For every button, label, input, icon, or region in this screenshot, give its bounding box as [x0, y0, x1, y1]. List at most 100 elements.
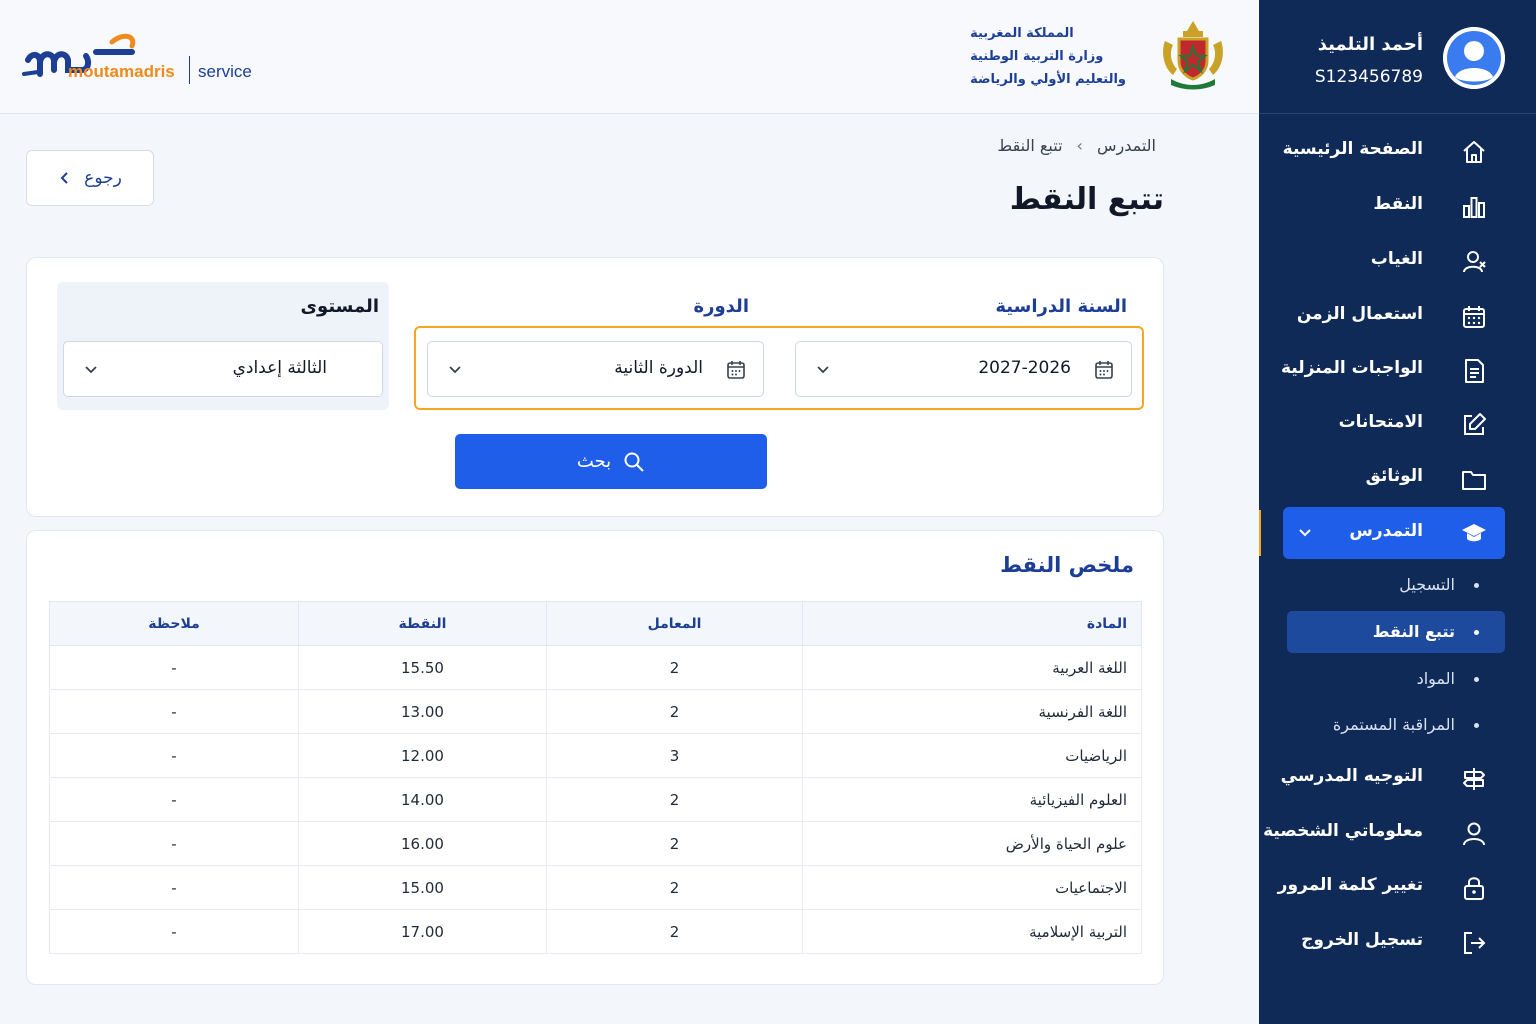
sidebar-item-exams[interactable]: الامتحانات: [1259, 400, 1536, 446]
folder-icon: [1462, 471, 1486, 490]
chevron-down-icon: [85, 366, 97, 374]
cell-note: -: [49, 821, 299, 866]
calendar-icon: [727, 361, 745, 379]
sidebar-item-label: استعمال الزمن: [1296, 304, 1423, 324]
sidebar-item-orientation[interactable]: التوجيه المدرسي: [1259, 754, 1536, 800]
sidebar-item-logout[interactable]: تسجيل الخروج: [1259, 918, 1536, 964]
grades-summary-card: ملخص النقط المادة المعامل النقطة ملاحظة …: [26, 530, 1164, 985]
breadcrumb-current: تتبع النقط: [997, 136, 1063, 155]
sidebar-item-label: التمدرس: [1349, 521, 1423, 541]
active-indicator: [1259, 510, 1261, 556]
logo-divider: [189, 56, 190, 84]
home-icon: [1463, 141, 1485, 163]
moroccan-crest-icon: [1163, 21, 1223, 90]
cell-grade: 16.00: [298, 821, 547, 866]
sidebar-item-schooling[interactable]: التمدرس: [1283, 507, 1505, 559]
edit-icon: [1464, 413, 1486, 435]
cell-subject: الرياضيات: [802, 733, 1142, 778]
ministry-title: المملكة المغربية وزارة التربية الوطنية و…: [970, 22, 1126, 91]
bullet-icon: [1474, 677, 1479, 682]
sidebar-item-absence[interactable]: الغياب: [1259, 237, 1536, 283]
back-button-label: رجوع: [84, 168, 122, 188]
cell-grade: 15.00: [298, 865, 547, 910]
avatar-user-icon: [1443, 27, 1505, 89]
sidebar-item-grades[interactable]: النقط: [1259, 182, 1536, 228]
search-button-label: بحث: [576, 451, 612, 472]
user-icon: [1463, 822, 1485, 846]
column-header-grade: النقطة: [298, 601, 547, 646]
sidebar-item-label: الواجبات المنزلية: [1280, 358, 1423, 378]
sidebar-item-label: تسجيل الخروج: [1301, 930, 1423, 950]
profile-block: أحمد التلميذ S123456789: [1259, 0, 1536, 114]
year-select-value: 2027-2026: [978, 358, 1071, 378]
sidebar-subitem-registration[interactable]: التسجيل: [1287, 564, 1505, 606]
sidebar-item-label: النقط: [1373, 194, 1423, 214]
logo-brand-text: moutamadris: [68, 62, 175, 81]
profile-id: S123456789: [1314, 67, 1423, 87]
table-row: التربية الإسلامية 2 17.00-: [49, 909, 1142, 954]
sidebar-subitem-grade-tracking[interactable]: تتبع النقط: [1287, 611, 1505, 653]
cell-note: -: [49, 865, 299, 910]
back-button[interactable]: رجوع: [26, 150, 154, 206]
sidebar-subitem-label: المراقبة المستمرة: [1332, 715, 1455, 734]
page-title: تتبع النقط: [1009, 182, 1164, 217]
filter-card: السنة الدراسية الدورة 2027-2026 الدورة ا…: [26, 257, 1164, 517]
table-row: علوم الحياة والأرض 2 16.00-: [49, 821, 1142, 866]
cell-grade: 12.00: [298, 733, 547, 778]
session-label: الدورة: [693, 296, 749, 317]
cell-coefficient: 2: [546, 645, 803, 690]
table-row: اللغة العربية 2 15.50-: [49, 645, 1142, 690]
sidebar-item-label: الوثائق: [1365, 466, 1423, 486]
chevron-down-icon[interactable]: [1295, 523, 1315, 543]
year-select[interactable]: 2027-2026: [795, 341, 1132, 397]
cell-note: -: [49, 689, 299, 734]
cell-grade: 15.50: [298, 645, 547, 690]
ministry-line-1: المملكة المغربية: [970, 26, 1074, 41]
sidebar-item-label: التوجيه المدرسي: [1280, 766, 1423, 786]
sidebar-item-label: تغيير كلمة المرور: [1277, 875, 1423, 895]
sidebar-item-profile-info[interactable]: معلوماتي الشخصية: [1259, 809, 1536, 855]
calendar-icon: [1463, 306, 1485, 328]
breadcrumb-parent[interactable]: التمدرس: [1097, 136, 1156, 155]
cell-note: -: [49, 777, 299, 822]
top-header: moutamadris service المملكة المغربية وزا…: [0, 0, 1259, 114]
user-absence-icon: [1463, 251, 1486, 273]
summary-title: ملخص النقط: [1000, 553, 1134, 577]
column-header-note: ملاحظة: [49, 601, 299, 646]
sidebar-item-label: الصفحة الرئيسية: [1282, 139, 1423, 159]
breadcrumb-separator-icon: ›: [1076, 136, 1083, 155]
cell-coefficient: 2: [546, 865, 803, 910]
session-select[interactable]: الدورة الثانية: [427, 341, 764, 397]
sidebar-subitem-continuous-assessment[interactable]: المراقبة المستمرة: [1287, 704, 1505, 746]
chevron-down-icon: [817, 366, 829, 374]
grades-table-body: اللغة العربية 2 15.50- اللغة الفرنسية 2 13.00…: [49, 645, 1142, 954]
cell-grade: 17.00: [298, 909, 547, 954]
ministry-line-2: وزارة التربية الوطنية: [970, 49, 1104, 64]
sidebar-item-change-password[interactable]: تغيير كلمة المرور: [1259, 863, 1536, 909]
column-header-coefficient: المعامل: [546, 601, 803, 646]
signpost-icon: [1463, 768, 1485, 790]
sidebar-subitem-subjects[interactable]: المواد: [1287, 658, 1505, 700]
table-header-row: المادة المعامل النقطة ملاحظة: [49, 601, 1142, 646]
search-button[interactable]: بحث: [455, 434, 767, 489]
bullet-icon: [1474, 630, 1479, 635]
cell-coefficient: 2: [546, 909, 803, 954]
cell-subject: علوم الحياة والأرض: [802, 821, 1142, 866]
bar-chart-icon: [1463, 197, 1485, 218]
level-select-value: الثالثة إعدادي: [232, 358, 327, 378]
profile-name: أحمد التلميذ: [1317, 34, 1423, 55]
session-select-value: الدورة الثانية: [614, 358, 703, 378]
level-select[interactable]: الثالثة إعدادي: [63, 341, 383, 397]
cell-note: -: [49, 645, 299, 690]
sidebar-subitem-label: التسجيل: [1399, 575, 1455, 594]
sidebar-item-homework[interactable]: الواجبات المنزلية: [1259, 346, 1536, 392]
sidebar-item-documents[interactable]: الوثائق: [1259, 454, 1536, 500]
sidebar-item-label: معلوماتي الشخصية: [1263, 821, 1423, 841]
avatar[interactable]: [1443, 27, 1505, 89]
sidebar-item-home[interactable]: الصفحة الرئيسية: [1259, 127, 1536, 173]
cell-coefficient: 3: [546, 733, 803, 778]
bullet-icon: [1474, 583, 1479, 588]
sidebar-item-schedule[interactable]: استعمال الزمن: [1259, 292, 1536, 338]
grades-table: المادة المعامل النقطة ملاحظة اللغة العرب…: [49, 601, 1142, 954]
cell-subject: الاجتماعيات: [802, 865, 1142, 910]
